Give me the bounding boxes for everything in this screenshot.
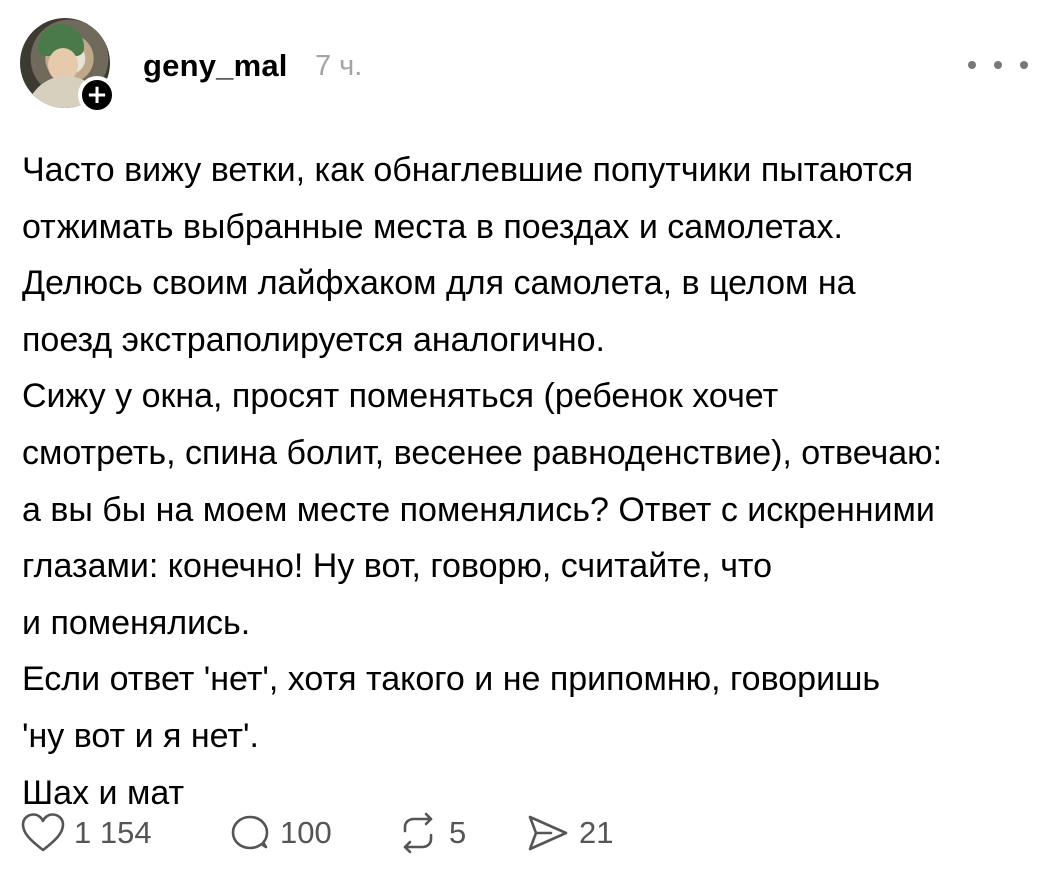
username[interactable]: geny_mal: [143, 48, 288, 84]
send-icon: [528, 815, 568, 851]
share-count: 21: [579, 815, 614, 850]
post-text-line: и поменялись.: [22, 603, 251, 642]
repost-button[interactable]: 5: [395, 808, 466, 858]
post-text: Часто вижу ветки, как обнаглевшие попутч…: [22, 142, 1032, 821]
like-button[interactable]: 1 154: [20, 808, 152, 858]
post-time: 7 ч.: [315, 50, 363, 82]
post-text-line: Сижу у окна, просят поменяться (ребенок …: [22, 377, 779, 416]
post-text-line: отжимать выбранные места в поездах и сам…: [22, 207, 843, 246]
reply-button[interactable]: 100: [228, 808, 332, 858]
avatar-container[interactable]: +: [20, 18, 116, 114]
post-text-line: поезд экстраполируется аналогично.: [22, 320, 605, 359]
action-bar: 1 154 100 5 21: [20, 808, 720, 858]
reply-count: 100: [280, 815, 332, 850]
share-button[interactable]: 21: [525, 808, 613, 858]
heart-icon: [21, 813, 65, 852]
comment-icon: [231, 815, 269, 850]
like-count: 1 154: [74, 815, 152, 850]
post-text-line: глазами: конечно! Ну вот, говорю, считай…: [22, 547, 773, 586]
post: + geny_mal 7 ч. Часто вижу ветки, как об…: [0, 0, 1050, 886]
post-text-line: Делюсь своим лайфхаком для самолета, в ц…: [22, 264, 856, 303]
repost-count: 5: [449, 815, 467, 850]
follow-plus-icon[interactable]: +: [78, 76, 116, 114]
post-text-line: Если ответ 'нет', хотя такого и не припо…: [22, 660, 881, 699]
post-text-line: Часто вижу ветки, как обнаглевшие попутч…: [22, 151, 914, 189]
post-text-line: смотреть, спина болит, весенее равноденс…: [22, 433, 943, 472]
repost-icon: [403, 812, 433, 854]
more-options-icon[interactable]: [968, 50, 1028, 80]
post-text-line: 'ну вот и я нет'.: [22, 716, 259, 755]
post-text-line: а вы бы на моем месте поменялись? Ответ …: [22, 490, 935, 529]
